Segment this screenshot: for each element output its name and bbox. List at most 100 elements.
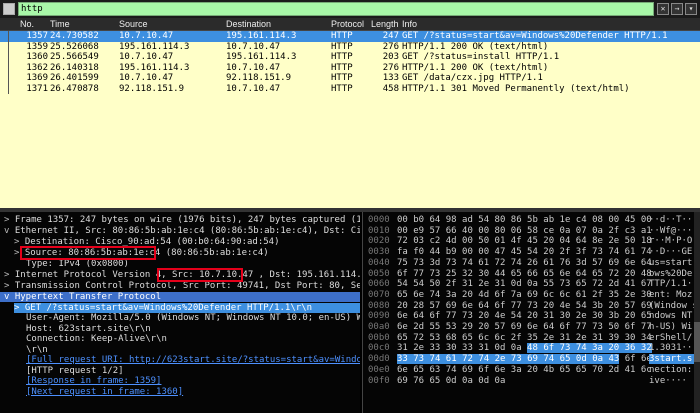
hex-bytes[interactable]: 6e 64 6f 77 73 20 4e 54 20 31 30 2e 30 3… — [397, 311, 652, 322]
hex-bytes[interactable]: 6e 2d 55 53 29 20 57 69 6e 64 6f 77 73 5… — [397, 322, 652, 333]
detail-eth-type[interactable]: Type: IPv4 (0x0800) — [26, 259, 129, 269]
hex-bytes[interactable]: 6f 77 73 25 32 30 44 65 66 65 6e 64 65 7… — [397, 269, 652, 280]
hex-ascii[interactable]: ent: Moz illa/5.0 — [649, 290, 700, 301]
expanded-arrow-icon[interactable]: v — [4, 292, 15, 302]
hex-bytes[interactable]: 20 28 57 69 6e 64 6f 77 73 20 4e 54 3b 2… — [397, 301, 652, 312]
packet-row[interactable]: 1357 24.730582 10.7.10.47 195.161.114.3 HTTP… — [0, 31, 700, 42]
hex-offset: 0060 — [368, 279, 390, 290]
packet-cell-proto: HTTP — [331, 83, 353, 94]
detail-tcp[interactable]: > Transmission Control Protocol, Src Por… — [4, 281, 360, 291]
hex-ascii[interactable]: ··Wf@··· X····/·· — [649, 226, 700, 237]
column-protocol[interactable]: Protocol — [331, 19, 364, 29]
packet-cell-len: 203 — [382, 52, 399, 62]
packet-cell-proto: HTTP — [331, 62, 353, 73]
column-no[interactable]: No. — [20, 19, 34, 29]
hex-ascii[interactable]: ··d··T·· [·····E· — [649, 215, 700, 226]
hex-ascii[interactable]: 1.3031·· Host: 62 — [649, 343, 700, 354]
hex-bytes[interactable]: 00 e9 57 66 40 00 80 06 58 ce 0a 07 0a 2… — [397, 226, 652, 237]
detail-host[interactable]: Host: 623start.site\r\n — [26, 324, 151, 334]
collapsed-arrow-icon[interactable]: > — [4, 215, 15, 225]
scrollbar-thumb[interactable] — [694, 322, 700, 362]
display-filter-input[interactable]: http — [18, 2, 654, 16]
column-source[interactable]: Source — [119, 19, 148, 29]
hex-ascii[interactable]: ··D···GE T /?stat — [649, 247, 700, 258]
column-info[interactable]: Info — [402, 19, 417, 29]
collapsed-arrow-icon[interactable]: > — [4, 281, 15, 291]
hex-ascii[interactable]: r··M·P·O E ·d·.P· — [649, 236, 700, 247]
packet-cell-no: 1362 — [26, 62, 48, 73]
packet-list-header: No. Time Source Destination Protocol Len… — [0, 18, 700, 31]
packet-cell-time: 25.526068 — [50, 41, 99, 52]
hex-bytes[interactable]: 00 b0 64 98 ad 54 80 86 5b ab 1e c4 08 0… — [397, 215, 652, 226]
collapsed-arrow-icon[interactable]: > — [4, 270, 15, 280]
hex-bytes[interactable]: 69 76 65 0d 0a 0d 0a — [397, 376, 505, 387]
apply-filter-button[interactable]: → — [671, 3, 683, 15]
hex-ascii[interactable]: (Window s NT; Wi — [649, 301, 700, 312]
hex-bytes[interactable]: 33 73 74 61 72 74 2e 73 69 74 65 0d 0a 4… — [397, 354, 652, 365]
detail-http-request-line[interactable]: > GET /?status=start&av=Windows%20Defend… — [14, 302, 360, 313]
hex-bytes[interactable]: 75 73 3d 73 74 61 72 74 26 61 76 3d 57 6… — [397, 258, 652, 269]
packet-cell-src: 195.161.114.3 — [119, 41, 190, 52]
packet-cell-no: 1357 — [26, 31, 48, 41]
packet-cell-proto: HTTP — [331, 73, 353, 83]
highlight-box-source-ip — [157, 268, 243, 282]
conversation-tree-line — [8, 31, 9, 42]
response-frame-link[interactable]: [Response in frame: 1359] — [26, 376, 161, 386]
detail-ethernet[interactable]: v Ethernet II, Src: 80:86:5b:ab:1e:c4 (8… — [4, 226, 360, 236]
collapsed-arrow-icon[interactable]: > — [14, 303, 25, 313]
packet-row[interactable]: 1360 25.566549 10.7.10.47 195.161.114.3 HTTP… — [0, 52, 700, 63]
hex-bytes[interactable]: 72 03 c2 4d 00 50 01 4f 45 20 04 64 8e 2… — [397, 236, 652, 247]
expanded-arrow-icon[interactable]: v — [4, 226, 15, 236]
hex-ascii[interactable]: ive···· — [649, 376, 687, 387]
packet-cell-src: 10.7.10.47 — [119, 31, 174, 41]
detail-connection[interactable]: Connection: Keep-Alive\r\n — [26, 334, 167, 344]
detail-user-agent[interactable]: User-Agent: Mozilla/5.0 (Windows NT; Win… — [26, 313, 360, 323]
packet-cell-len: 133 — [382, 73, 399, 83]
packet-row[interactable]: 1362 26.140318 195.161.114.3 10.7.10.47 HTTP… — [0, 62, 700, 73]
hex-bytes[interactable]: 31 2e 33 30 33 31 0d 0a 48 6f 73 74 3a 2… — [397, 343, 652, 354]
hex-ascii[interactable]: ows%20De fender H — [649, 269, 700, 280]
hex-bytes[interactable]: 54 54 50 2f 31 2e 31 0d 0a 55 73 65 72 2… — [397, 279, 652, 290]
column-time[interactable]: Time — [50, 19, 70, 29]
packet-cell-dst: 92.118.151.9 — [226, 73, 292, 83]
next-request-frame-link[interactable]: [Next request in frame: 1360] — [26, 387, 183, 397]
bookmark-icon[interactable] — [3, 3, 15, 15]
hex-bytes[interactable]: fa f0 44 b9 00 00 47 45 54 20 2f 3f 73 7… — [397, 247, 652, 258]
hex-ascii[interactable]: nection: Keep-Al — [649, 365, 700, 376]
packet-cell-src: 10.7.10.47 — [119, 52, 174, 62]
detail-frame[interactable]: > Frame 1357: 247 bytes on wire (1976 bi… — [4, 215, 360, 225]
hex-bytes[interactable]: 65 6e 74 3a 20 4d 6f 7a 69 6c 6c 61 2f 3… — [397, 290, 652, 301]
detail-http-request-index[interactable]: [HTTP request 1/2] — [26, 366, 124, 376]
conversation-tree-line — [8, 52, 9, 63]
filter-dropdown-button[interactable]: ▾ — [685, 3, 697, 15]
packet-cell-info: HTTP/1.1 200 OK (text/html) — [402, 62, 549, 73]
packet-cell-no: 1371 — [26, 83, 48, 94]
hex-bytes[interactable]: 6e 65 63 74 69 6f 6e 3a 20 4b 65 65 70 2… — [397, 365, 652, 376]
hex-ascii[interactable]: 3start.s ite··Con — [649, 354, 700, 365]
detail-http[interactable]: v Hypertext Transfer Protocol — [0, 292, 360, 303]
packet-row[interactable]: 1369 26.401599 10.7.10.47 92.118.151.9 HTTP 1… — [0, 73, 700, 84]
hex-offset: 00b0 — [368, 332, 390, 343]
hex-ascii[interactable]: erShell/ 5.1.1904 — [649, 333, 700, 344]
packet-row[interactable]: 1359 25.526068 195.161.114.3 10.7.10.47 HTTP… — [0, 41, 700, 52]
hex-ascii[interactable]: us=start &av=Wind — [649, 258, 700, 269]
column-length[interactable]: Length — [371, 19, 399, 29]
hex-bytes[interactable]: 65 72 53 68 65 6c 6c 2f 35 2e 31 2e 31 3… — [397, 333, 652, 344]
packet-row[interactable]: 1371 26.470878 92.118.151.9 10.7.10.47 HTTP 4… — [0, 83, 700, 94]
hex-ascii[interactable]: TTP/1.1· ·User-Ag — [649, 279, 700, 290]
hex-offset: 00a0 — [368, 322, 390, 332]
hex-ascii[interactable]: ndows NT 10.0; e — [649, 311, 700, 322]
packet-list: No. Time Source Destination Protocol Len… — [0, 18, 700, 208]
bytes-scrollbar[interactable] — [694, 212, 700, 413]
hex-offset: 0020 — [368, 236, 390, 247]
hex-offset: 0080 — [368, 300, 390, 311]
hex-ascii[interactable]: n-US) Wi ndowsPow — [649, 322, 700, 333]
packet-cell-proto: HTTP — [331, 41, 353, 52]
packet-cell-src: 92.118.151.9 — [119, 83, 185, 94]
full-request-uri-link[interactable]: [Full request URI: http://623start.site/… — [26, 355, 360, 365]
packet-cell-proto: HTTP — [331, 52, 353, 62]
packet-cell-src: 10.7.10.47 — [119, 73, 174, 83]
detail-crlf[interactable]: \r\n — [26, 345, 48, 355]
clear-filter-button[interactable]: ✕ — [657, 3, 669, 15]
column-destination[interactable]: Destination — [226, 19, 271, 29]
